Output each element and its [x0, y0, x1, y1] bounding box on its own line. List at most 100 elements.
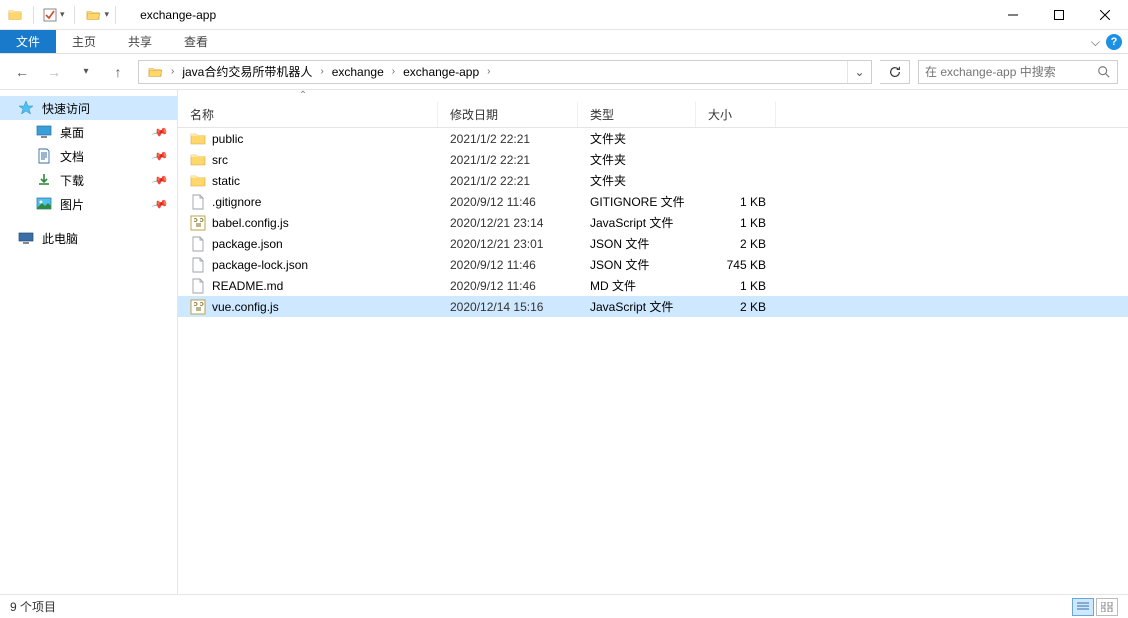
back-button[interactable]: ←: [10, 60, 34, 84]
desktop-icon: [36, 124, 52, 140]
table-row[interactable]: README.md 2020/9/12 11:46MD 文件1 KB: [178, 275, 1128, 296]
table-row[interactable]: static2021/1/2 22:21文件夹: [178, 170, 1128, 191]
sidebar-this-pc[interactable]: 此电脑: [0, 226, 177, 250]
pin-icon: 📌: [151, 123, 169, 141]
ribbon-home-tab[interactable]: 主页: [56, 30, 112, 53]
column-headers: 名称 修改日期 类型 大小: [178, 102, 1128, 128]
file-type: JSON 文件: [578, 235, 696, 252]
minimize-button[interactable]: [990, 0, 1036, 30]
sidebar-item-label: 下载: [60, 172, 84, 189]
help-icon[interactable]: ?: [1106, 34, 1122, 50]
search-box[interactable]: [918, 60, 1118, 84]
folder-icon: [6, 8, 24, 22]
navbar: ← → ▾ ↑ › java合约交易所带机器人 › exchange › exc…: [0, 54, 1128, 90]
breadcrumb-segment[interactable]: java合约交易所带机器人: [178, 61, 316, 83]
file-modified: 2020/12/21 23:14: [438, 216, 578, 230]
breadcrumb-segment[interactable]: exchange: [328, 61, 388, 83]
sidebar-item-label: 桌面: [60, 124, 84, 141]
file-size: 745 KB: [696, 258, 776, 272]
table-row[interactable]: src2021/1/2 22:21文件夹: [178, 149, 1128, 170]
file-modified: 2021/1/2 22:21: [438, 174, 578, 188]
file-type: JSON 文件: [578, 256, 696, 273]
table-row[interactable]: .gitignore2020/9/12 11:46GITIGNORE 文件1 K…: [178, 191, 1128, 212]
breadcrumb-segment[interactable]: exchange-app: [399, 61, 483, 83]
file-type: 文件夹: [578, 172, 696, 189]
qat-dropdown-icon[interactable]: ▾: [60, 9, 65, 20]
chevron-right-icon[interactable]: ›: [318, 66, 325, 77]
file-modified: 2020/12/14 15:16: [438, 300, 578, 314]
icons-view-button[interactable]: [1096, 598, 1118, 616]
file-modified: 2020/9/12 11:46: [438, 258, 578, 272]
sidebar-item-label: 图片: [60, 196, 84, 213]
up-button[interactable]: ↑: [106, 60, 130, 84]
sidebar-item[interactable]: 图片📌: [0, 192, 177, 216]
folder-icon: [190, 152, 206, 168]
file-type: 文件夹: [578, 130, 696, 147]
close-button[interactable]: [1082, 0, 1128, 30]
file-name: public: [212, 132, 243, 146]
file-type: JavaScript 文件: [578, 298, 696, 315]
ribbon-share-tab[interactable]: 共享: [112, 30, 168, 53]
file-size: 1 KB: [696, 195, 776, 209]
table-row[interactable]: vue.config.js 2020/12/14 15:16JavaScript …: [178, 296, 1128, 317]
sidebar-quick-access[interactable]: 快速访问: [0, 96, 177, 120]
star-icon: [18, 100, 34, 116]
sidebar-label: 此电脑: [42, 230, 78, 247]
col-size[interactable]: 大小: [696, 102, 776, 127]
file-name: README.md: [212, 279, 283, 293]
address-bar[interactable]: › java合约交易所带机器人 › exchange › exchange-ap…: [138, 60, 872, 84]
sidebar: 快速访问 桌面 📌 文档 📌 下载📌图片📌 此电脑: [0, 90, 178, 594]
forward-button[interactable]: →: [42, 60, 66, 84]
titlebar: ▾ ▾ exchange-app: [0, 0, 1128, 30]
item-count: 9 个项目: [10, 598, 56, 615]
sidebar-item[interactable]: 文档 📌: [0, 144, 177, 168]
sidebar-item[interactable]: 下载📌: [0, 168, 177, 192]
details-view-button[interactable]: [1072, 598, 1094, 616]
col-modified[interactable]: 修改日期: [438, 102, 578, 127]
sidebar-item[interactable]: 桌面 📌: [0, 120, 177, 144]
file-type: MD 文件: [578, 277, 696, 294]
chevron-right-icon[interactable]: ›: [485, 66, 492, 77]
address-dropdown-icon[interactable]: ⌄: [847, 61, 871, 83]
file-modified: 2020/9/12 11:46: [438, 279, 578, 293]
folder-icon: [84, 8, 102, 22]
file-name: package-lock.json: [212, 258, 308, 272]
file-name: babel.config.js: [212, 216, 289, 230]
refresh-button[interactable]: [880, 60, 910, 84]
recent-dropdown-icon[interactable]: ▾: [74, 60, 98, 84]
table-row[interactable]: babel.config.js2020/12/21 23:14JavaScrip…: [178, 212, 1128, 233]
ribbon-view-tab[interactable]: 查看: [168, 30, 224, 53]
ribbon-file-tab[interactable]: 文件: [0, 30, 56, 53]
col-name[interactable]: 名称: [178, 102, 438, 127]
downloads-icon: [36, 172, 52, 188]
properties-icon[interactable]: [43, 8, 57, 22]
chevron-right-icon[interactable]: ›: [390, 66, 397, 77]
search-input[interactable]: [925, 65, 1097, 79]
table-row[interactable]: package.json2020/12/21 23:01JSON 文件2 KB: [178, 233, 1128, 254]
pc-icon: [18, 230, 34, 246]
search-icon[interactable]: [1097, 65, 1111, 79]
file-icon: [190, 257, 206, 273]
expand-ribbon-icon[interactable]: ⌵: [1091, 35, 1100, 50]
file-modified: 2020/9/12 11:46: [438, 195, 578, 209]
qat-dropdown-icon[interactable]: ▾: [105, 9, 110, 20]
pictures-icon: [36, 196, 52, 212]
js-icon: [190, 215, 206, 231]
table-row[interactable]: public 2021/1/2 22:21文件夹: [178, 128, 1128, 149]
js-icon: [190, 299, 206, 315]
ribbon: 文件 主页 共享 查看 ⌵ ?: [0, 30, 1128, 54]
status-bar: 9 个项目: [0, 594, 1128, 618]
pin-icon: 📌: [151, 147, 169, 165]
file-modified: 2021/1/2 22:21: [438, 153, 578, 167]
file-icon: [190, 194, 206, 210]
chevron-right-icon[interactable]: ›: [169, 66, 176, 77]
file-modified: 2021/1/2 22:21: [438, 132, 578, 146]
sidebar-item-label: 文档: [60, 148, 84, 165]
file-name: vue.config.js: [212, 300, 279, 314]
maximize-button[interactable]: [1036, 0, 1082, 30]
file-name: .gitignore: [212, 195, 261, 209]
file-size: 1 KB: [696, 279, 776, 293]
col-type[interactable]: 类型: [578, 102, 696, 127]
window-title: exchange-app: [140, 8, 216, 22]
table-row[interactable]: package-lock.json 2020/9/12 11:46JSON 文件7…: [178, 254, 1128, 275]
